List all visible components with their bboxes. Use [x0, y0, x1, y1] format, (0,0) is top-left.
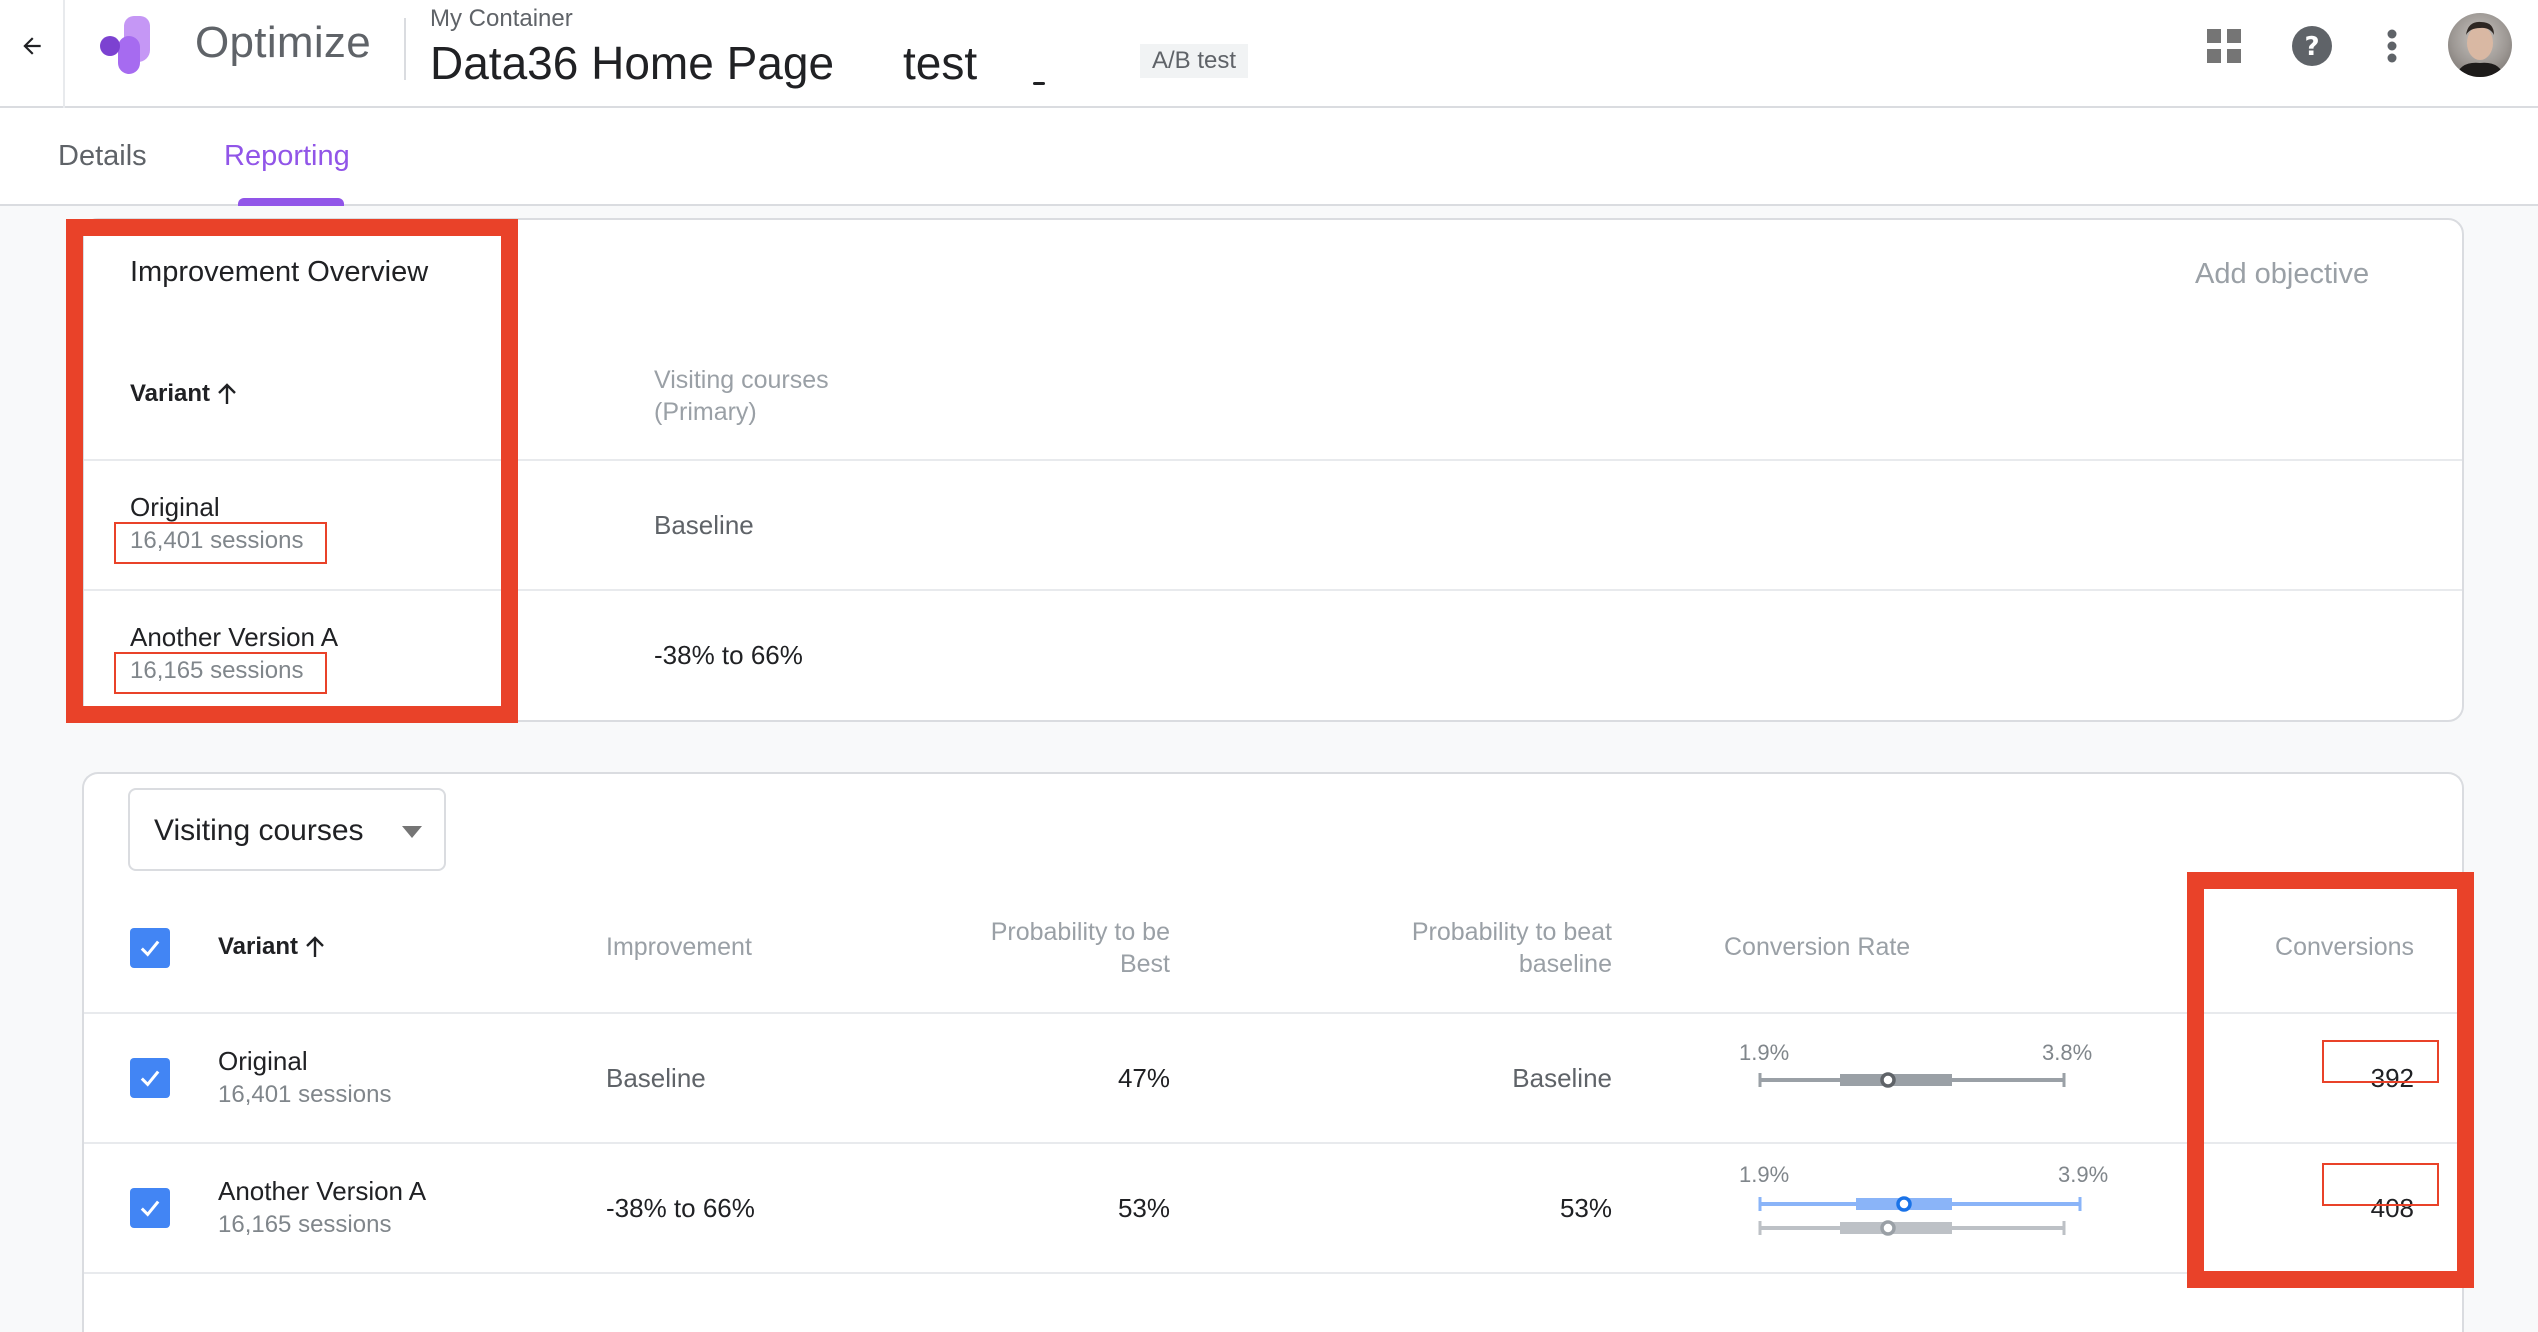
variant-sessions: 16,165 sessions: [130, 657, 304, 684]
prob-best-cell: 53%: [1117, 1193, 1170, 1223]
arrow-up-icon: [218, 383, 236, 404]
conversion-rate-interval-chart: [1758, 1196, 2082, 1236]
conversions-cell: 392: [2370, 1063, 2414, 1093]
variant-sessions: 16,401 sessions: [130, 527, 304, 554]
ci-point: [1896, 1196, 1912, 1212]
objective-metric-select[interactable]: Visiting courses: [128, 788, 446, 871]
cr-low-label: 1.9%: [1739, 1162, 1790, 1187]
optimize-logo-icon: [100, 16, 150, 74]
ci-box: [1840, 1074, 1952, 1086]
check-icon: [140, 1200, 160, 1217]
header-line2: Best: [1119, 950, 1170, 978]
header-line2: baseline: [1518, 950, 1612, 978]
header-line1: Probability to be: [990, 918, 1170, 946]
avatar[interactable]: [2448, 13, 2512, 77]
objective-header-line2: (Primary): [654, 398, 757, 426]
conversion-rate-interval-chart: [1758, 1072, 2066, 1088]
prob-best-column-header[interactable]: Probability to be Best: [870, 916, 1170, 980]
objective-column-header[interactable]: Visiting courses (Primary): [654, 364, 829, 428]
improvement-column-header[interactable]: Improvement: [606, 933, 752, 962]
ci-box: [1840, 1222, 1952, 1234]
row-checkbox[interactable]: [130, 1058, 170, 1098]
selected-metric: Visiting courses: [154, 814, 364, 847]
variant-sessions: 16,165 sessions: [218, 1211, 392, 1238]
help-icon[interactable]: ?: [2288, 22, 2336, 70]
variant-sessions: 16,401 sessions: [218, 1081, 392, 1108]
user-photo: [2456, 21, 2504, 77]
variant-cell: Another Version A 16,165 sessions: [218, 1176, 426, 1239]
arrow-up-icon: [306, 936, 324, 957]
variant-header-label: Variant: [130, 380, 211, 407]
overview-improvement: Baseline: [654, 510, 754, 540]
app-header: Optimize My Container Data36 Home Page t…: [0, 0, 2538, 108]
cr-high-label: 3.8%: [2042, 1040, 2093, 1065]
product-name: Optimize: [195, 18, 371, 67]
improvement-cell: -38% to 66%: [606, 1193, 755, 1223]
text-cursor: [1033, 82, 1045, 85]
add-objective-button[interactable]: Add objective: [2195, 258, 2369, 291]
variant-name: Original: [130, 492, 220, 522]
variant-name: Original: [218, 1046, 308, 1076]
check-icon: [140, 1070, 160, 1087]
overview-improvement: -38% to 66%: [654, 640, 803, 670]
back-button[interactable]: [12, 26, 52, 66]
apps-grid-icon[interactable]: [2200, 22, 2248, 70]
variant-name: Another Version A: [218, 1176, 427, 1206]
variant-cell: Original 16,401 sessions: [218, 1046, 391, 1109]
experiment-title-suffix[interactable]: test: [903, 36, 977, 90]
prob-best-cell: 47%: [1117, 1063, 1170, 1093]
improvement-cell: Baseline: [606, 1063, 706, 1093]
overview-title: Improvement Overview: [130, 256, 429, 288]
ci-point: [1880, 1072, 1896, 1088]
prob-beat-baseline-cell: 53%: [1559, 1193, 1612, 1223]
svg-text:?: ?: [2304, 32, 2319, 62]
prob-beat-baseline-cell: Baseline: [1512, 1063, 1612, 1093]
conversions-column-header[interactable]: Conversions: [2114, 933, 2414, 962]
tab-bar: Details Reporting: [0, 108, 2538, 206]
tab-reporting[interactable]: Reporting: [224, 140, 350, 173]
tab-details[interactable]: Details: [58, 140, 147, 173]
container-name[interactable]: My Container: [430, 5, 573, 33]
variant-header-label: Variant: [218, 933, 299, 960]
select-all-checkbox[interactable]: [130, 928, 170, 968]
conversions-cell: 408: [2370, 1193, 2414, 1223]
variant-column-header[interactable]: Variant: [130, 380, 238, 408]
check-icon: [140, 940, 160, 957]
row-divider: [84, 1142, 2462, 1144]
more-vert-icon[interactable]: [2368, 22, 2416, 70]
objective-header-line1: Visiting courses: [654, 366, 829, 394]
row-divider: [84, 589, 2462, 591]
conversion-rate-column-header[interactable]: Conversion Rate: [1724, 933, 1910, 962]
improvement-overview-card: [82, 218, 2464, 722]
header-divider: [63, 0, 65, 108]
row-divider: [84, 1272, 2462, 1274]
header-line1: Probability to beat: [1411, 918, 1612, 946]
overview-row-variant-a: Another Version A 16,165 sessions: [130, 622, 338, 685]
row-checkbox[interactable]: [130, 1188, 170, 1228]
experiment-title[interactable]: Data36 Home Page: [430, 36, 834, 90]
row-divider: [84, 1012, 2462, 1014]
variant-column-header[interactable]: Variant: [218, 933, 326, 961]
row-divider: [84, 459, 2462, 461]
variant-name: Another Version A: [130, 622, 339, 652]
experiment-type-badge: A/B test: [1140, 44, 1249, 78]
dropdown-arrow-icon: [402, 826, 422, 838]
ci-point: [1880, 1220, 1896, 1236]
arrow-back-icon: [23, 37, 41, 55]
header-divider: [404, 18, 406, 80]
overview-row-original: Original 16,401 sessions: [130, 492, 303, 555]
prob-beat-baseline-column-header[interactable]: Probability to beat baseline: [1312, 916, 1612, 980]
cr-low-label: 1.9%: [1739, 1040, 1790, 1065]
cr-high-label: 3.9%: [2058, 1162, 2109, 1187]
active-tab-indicator: [238, 198, 344, 206]
